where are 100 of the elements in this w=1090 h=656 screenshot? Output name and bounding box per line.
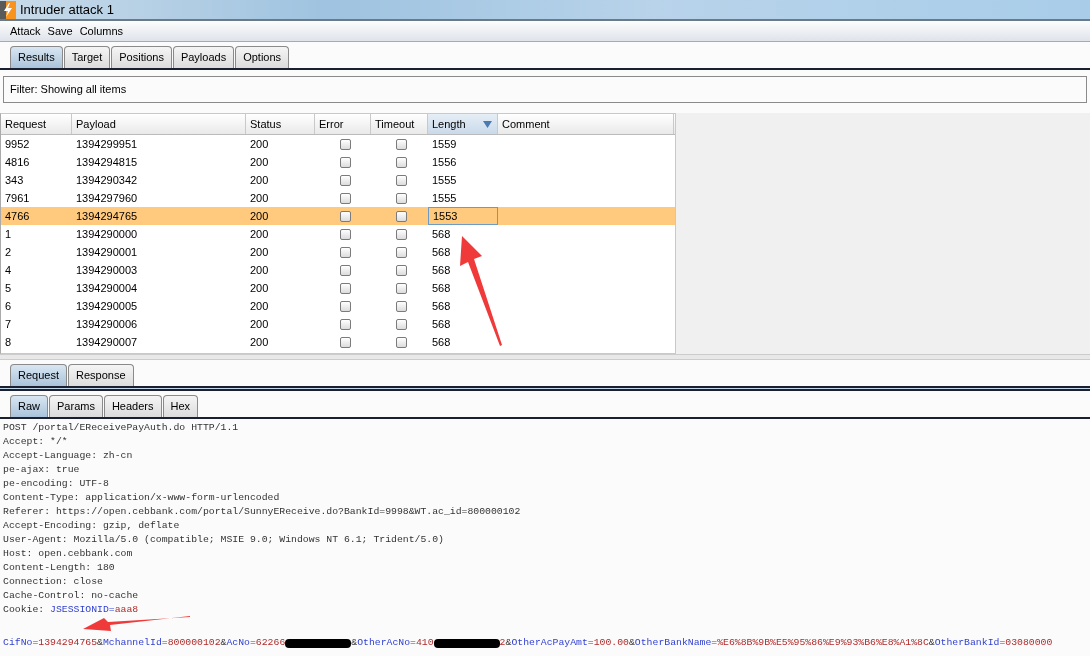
checkbox[interactable] xyxy=(339,246,351,258)
code-text: User-Agent: Mozilla/5.0 (compatible; MSIE 9.0; Windows NT 6.1; Trident/5.0) xyxy=(3,533,444,547)
tab[interactable]: Positions xyxy=(111,46,172,68)
table-cell-text: 6 xyxy=(5,298,12,314)
table-cell-text: 568 xyxy=(432,262,451,278)
redaction-mark xyxy=(285,638,352,648)
checkbox[interactable] xyxy=(339,300,351,312)
checkbox[interactable] xyxy=(396,174,407,186)
table-cell-text: 568 xyxy=(432,280,451,296)
checkbox[interactable] xyxy=(396,282,407,294)
checkbox[interactable] xyxy=(396,336,407,348)
code-text: Cache-Control: no-cache xyxy=(3,589,139,603)
column-header[interactable]: Request xyxy=(1,114,72,134)
table-row[interactable]: 4766 1394294765 200 1553 xyxy=(1,207,675,225)
table-cell-text: 4816 xyxy=(5,154,30,170)
table-row[interactable]: 1 1394290000 200 568 xyxy=(1,225,675,243)
table-cell-text: 200 xyxy=(250,316,269,332)
menu-item[interactable]: Columns xyxy=(79,22,124,40)
table-cell-text: 200 xyxy=(250,208,269,224)
checkbox[interactable] xyxy=(396,192,407,204)
code-text: POST /portal/EReceivePayAuth.do HTTP/1.1 xyxy=(3,421,239,435)
tab[interactable]: Params xyxy=(49,395,103,417)
checkbox[interactable] xyxy=(396,210,407,222)
checkbox[interactable] xyxy=(339,174,351,186)
tab[interactable]: Results xyxy=(10,46,63,68)
sort-arrow-icon xyxy=(483,120,492,128)
code-text: Accept: */* xyxy=(3,435,68,449)
checkbox[interactable] xyxy=(396,246,407,258)
checkbox[interactable] xyxy=(396,318,407,330)
table-cell-text: 568 xyxy=(432,334,451,350)
code-text: CifNo=1394294765&MchannelId=800000102&AcNo=62266 xyxy=(3,636,286,650)
tab[interactable]: Raw xyxy=(10,395,48,417)
tab[interactable]: Hex xyxy=(162,395,199,417)
code-text: Content-Length: 180 xyxy=(3,561,115,575)
code-text: Content-Type: application/x-www-form-urlencoded xyxy=(3,491,280,505)
checkbox[interactable] xyxy=(396,300,407,312)
table-row[interactable]: 4 1394290003 200 568 xyxy=(1,261,675,279)
tab[interactable]: Target xyxy=(63,46,111,68)
menu-item[interactable]: Save xyxy=(47,22,73,40)
table-cell-text: 1394290007 xyxy=(76,334,138,350)
table-cell-text: 7 xyxy=(5,316,12,332)
checkbox[interactable] xyxy=(339,264,351,276)
table-cell-text: 200 xyxy=(250,154,269,170)
column-header[interactable]: Status xyxy=(246,114,315,134)
table-row[interactable]: 343 1394290342 200 1555 xyxy=(1,171,675,189)
table-row[interactable]: 4816 1394294815 200 1556 xyxy=(1,153,675,171)
checkbox[interactable] xyxy=(396,264,407,276)
table-cell-text: 1394299951 xyxy=(76,136,138,152)
code-text: pe-ajax: true xyxy=(3,463,80,477)
table-cell-text: 1394290001 xyxy=(76,244,138,260)
table-cell-text: 7961 xyxy=(5,190,30,206)
table-row[interactable]: 9952 1394299951 200 1559 xyxy=(1,135,675,153)
checkbox[interactable] xyxy=(396,138,407,150)
checkbox[interactable] xyxy=(339,192,351,204)
code-text: Referer: https://open.cebbank.com/portal/SunnyEReceive.do?BankId=9998&WT.ac_id=800000102 xyxy=(3,505,521,519)
table-cell-text: 1394294765 xyxy=(76,208,138,224)
checkbox[interactable] xyxy=(339,156,351,168)
checkbox[interactable] xyxy=(339,282,351,294)
table-row[interactable]: 7 1394290006 200 568 xyxy=(1,315,675,333)
checkbox[interactable] xyxy=(396,156,407,168)
tab[interactable]: Request xyxy=(10,364,67,386)
checkbox[interactable] xyxy=(339,318,351,330)
filter-text: Filter: Showing all items xyxy=(10,82,127,98)
table-cell-text: 568 xyxy=(432,244,451,260)
tab[interactable]: Headers xyxy=(103,395,162,417)
checkbox[interactable] xyxy=(339,336,351,348)
table-cell-text: 200 xyxy=(250,136,269,152)
checkbox[interactable] xyxy=(339,138,351,150)
checkbox[interactable] xyxy=(339,210,351,222)
code-text: Accept-Language: zh-cn xyxy=(3,449,133,463)
filter-bar[interactable]: Filter: Showing all items xyxy=(3,76,1087,103)
checkbox[interactable] xyxy=(339,228,351,240)
column-header[interactable]: Error xyxy=(315,114,371,134)
table-cell-text: 1394290003 xyxy=(76,262,138,278)
menu-item[interactable]: Attack xyxy=(10,22,41,40)
table-cell-text: 200 xyxy=(250,280,269,296)
table-row[interactable]: 7961 1394297960 200 1555 xyxy=(1,189,675,207)
table-row[interactable]: 2 1394290001 200 568 xyxy=(1,243,675,261)
column-header[interactable]: Length xyxy=(428,114,498,134)
table-cell-text: 4766 xyxy=(5,208,30,224)
table-cell-text: 1 xyxy=(5,226,12,242)
table-cell-text: 5 xyxy=(5,280,12,296)
table-cell-text: 200 xyxy=(250,244,269,260)
table-row[interactable]: 5 1394290004 200 568 xyxy=(1,279,675,297)
table-cell-text: 2 xyxy=(5,244,12,260)
table-cell-text: 1394294815 xyxy=(76,154,138,170)
column-header[interactable]: Comment xyxy=(498,114,674,134)
checkbox[interactable] xyxy=(396,228,407,240)
column-header[interactable]: Payload xyxy=(72,114,246,134)
tab[interactable]: Response xyxy=(68,364,134,386)
code-text: 2&OtherAcPayAmt=100.00&OtherBankName=%E6%8B%9B%E5%95%86%E9%93%B6%E8%A1%8C&OtherBankId=03080000 xyxy=(499,636,1053,650)
table-cell-text: 1555 xyxy=(432,190,457,206)
table-cell-text: 1394290005 xyxy=(76,298,138,314)
table-row[interactable]: 6 1394290005 200 568 xyxy=(1,297,675,315)
table-row[interactable]: 8 1394290007 200 568 xyxy=(1,333,675,351)
tab[interactable]: Options xyxy=(235,46,290,68)
table-cell-text: 1553 xyxy=(433,208,458,224)
tab[interactable]: Payloads xyxy=(172,46,235,68)
table-cell-text: 1394290004 xyxy=(76,280,138,296)
table-cell-text: 568 xyxy=(432,298,451,314)
